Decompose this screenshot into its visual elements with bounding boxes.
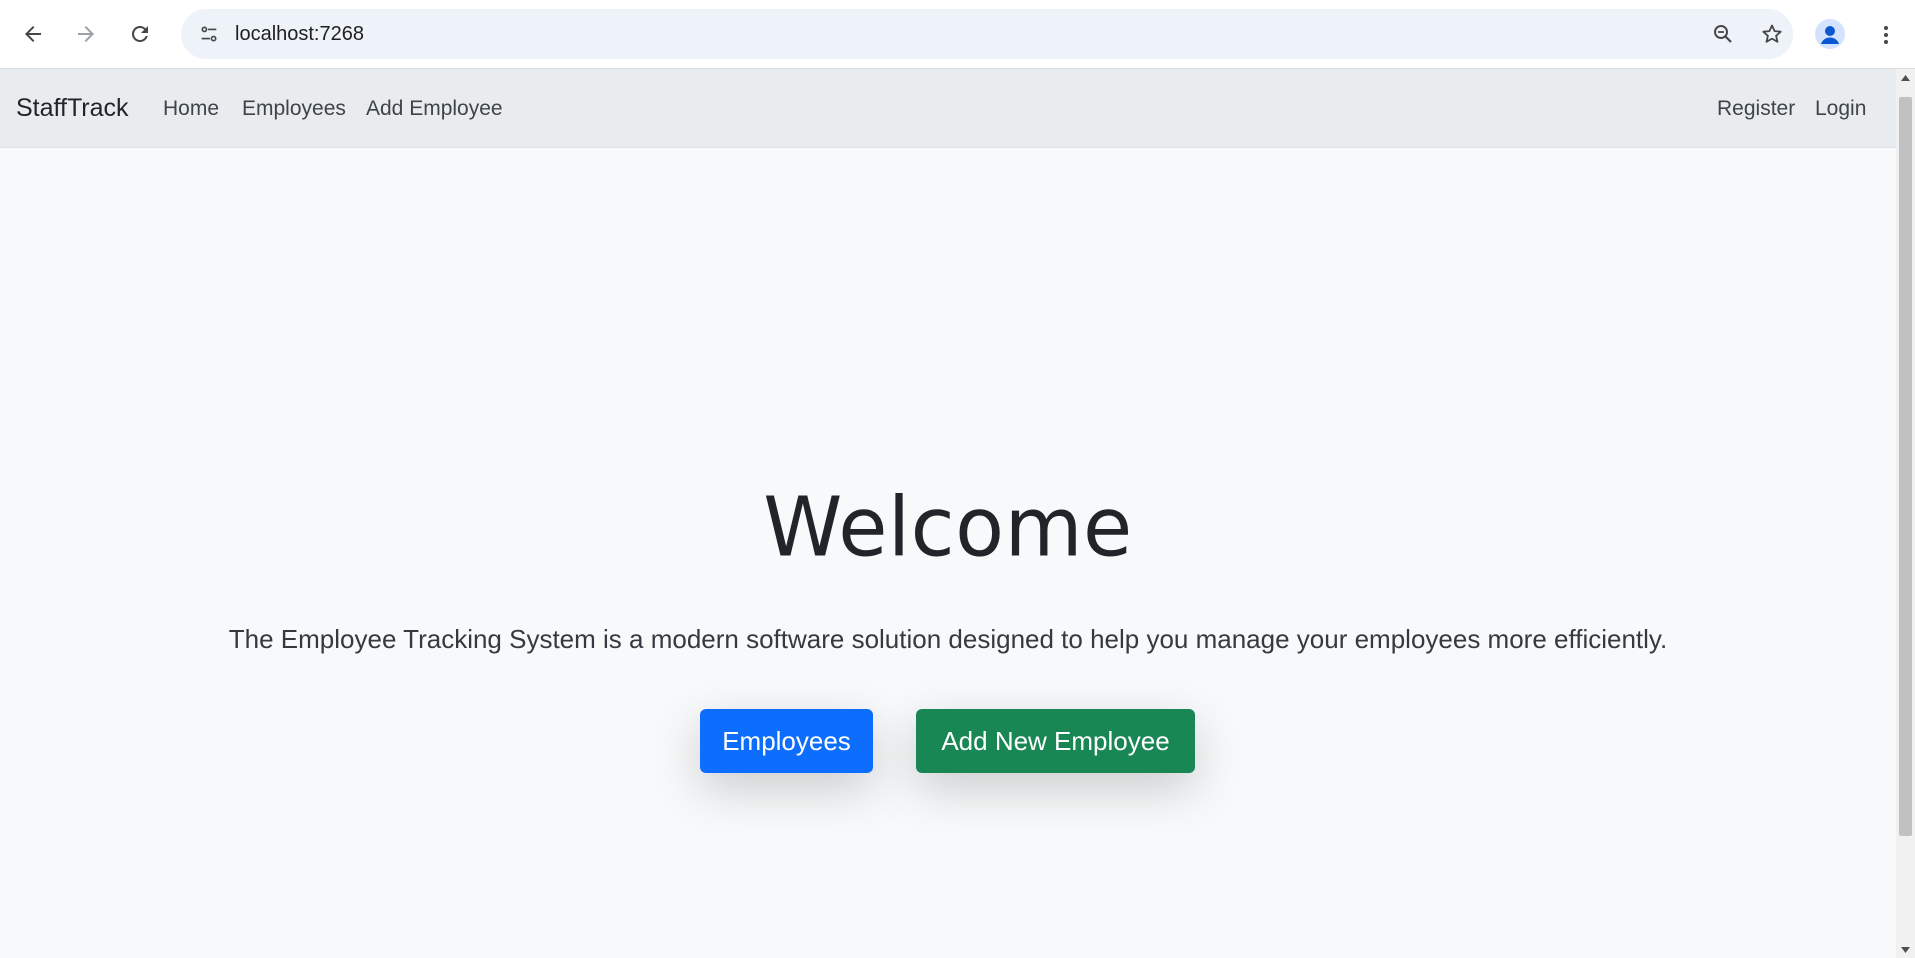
nav-link-login[interactable]: Login — [1815, 69, 1866, 148]
nav-link-add-employee[interactable]: Add Employee — [366, 69, 503, 148]
add-new-employee-button[interactable]: Add New Employee — [916, 709, 1195, 773]
back-button[interactable] — [14, 15, 52, 53]
hero-lead: The Employee Tracking System is a modern… — [228, 624, 1668, 654]
hero-section: Welcome The Employee Tracking System is … — [0, 148, 1896, 958]
profile-button[interactable] — [1815, 19, 1845, 49]
triangle-up-icon — [1901, 74, 1910, 81]
scroll-thumb[interactable] — [1899, 97, 1912, 836]
reload-icon — [131, 25, 148, 42]
address-bar[interactable]: localhost:7268 — [181, 9, 1793, 59]
employees-button[interactable]: Employees — [700, 709, 873, 773]
vertical-scrollbar[interactable] — [1896, 69, 1915, 958]
site-navbar: StaffTrack Home Employees Add Employee R… — [0, 69, 1896, 148]
star-icon — [1762, 24, 1782, 43]
page-viewport: StaffTrack Home Employees Add Employee R… — [0, 69, 1896, 958]
browser-toolbar: localhost:7268 — [0, 0, 1915, 69]
scroll-down-arrow[interactable] — [1896, 941, 1915, 958]
arrow-right-icon — [78, 26, 94, 42]
browser-menu-button[interactable] — [1873, 18, 1899, 52]
zoom-button[interactable] — [1706, 17, 1740, 51]
tune-icon — [201, 26, 217, 42]
arrow-left-icon — [25, 26, 41, 42]
zoom-out-icon — [1714, 25, 1732, 43]
reload-button[interactable] — [121, 15, 159, 53]
more-vert-icon — [1884, 26, 1888, 44]
site-info-button[interactable] — [191, 16, 227, 52]
brand-link[interactable]: StaffTrack — [16, 69, 129, 148]
bookmark-button[interactable] — [1755, 17, 1789, 51]
account-icon — [1821, 26, 1839, 44]
forward-button[interactable] — [67, 15, 105, 53]
nav-link-register[interactable]: Register — [1717, 69, 1795, 148]
nav-link-home[interactable]: Home — [163, 69, 219, 148]
url-text[interactable]: localhost:7268 — [235, 9, 364, 59]
nav-link-employees[interactable]: Employees — [242, 69, 346, 148]
scroll-up-arrow[interactable] — [1896, 69, 1915, 86]
triangle-down-icon — [1901, 946, 1910, 953]
page-title: Welcome — [763, 480, 1133, 575]
